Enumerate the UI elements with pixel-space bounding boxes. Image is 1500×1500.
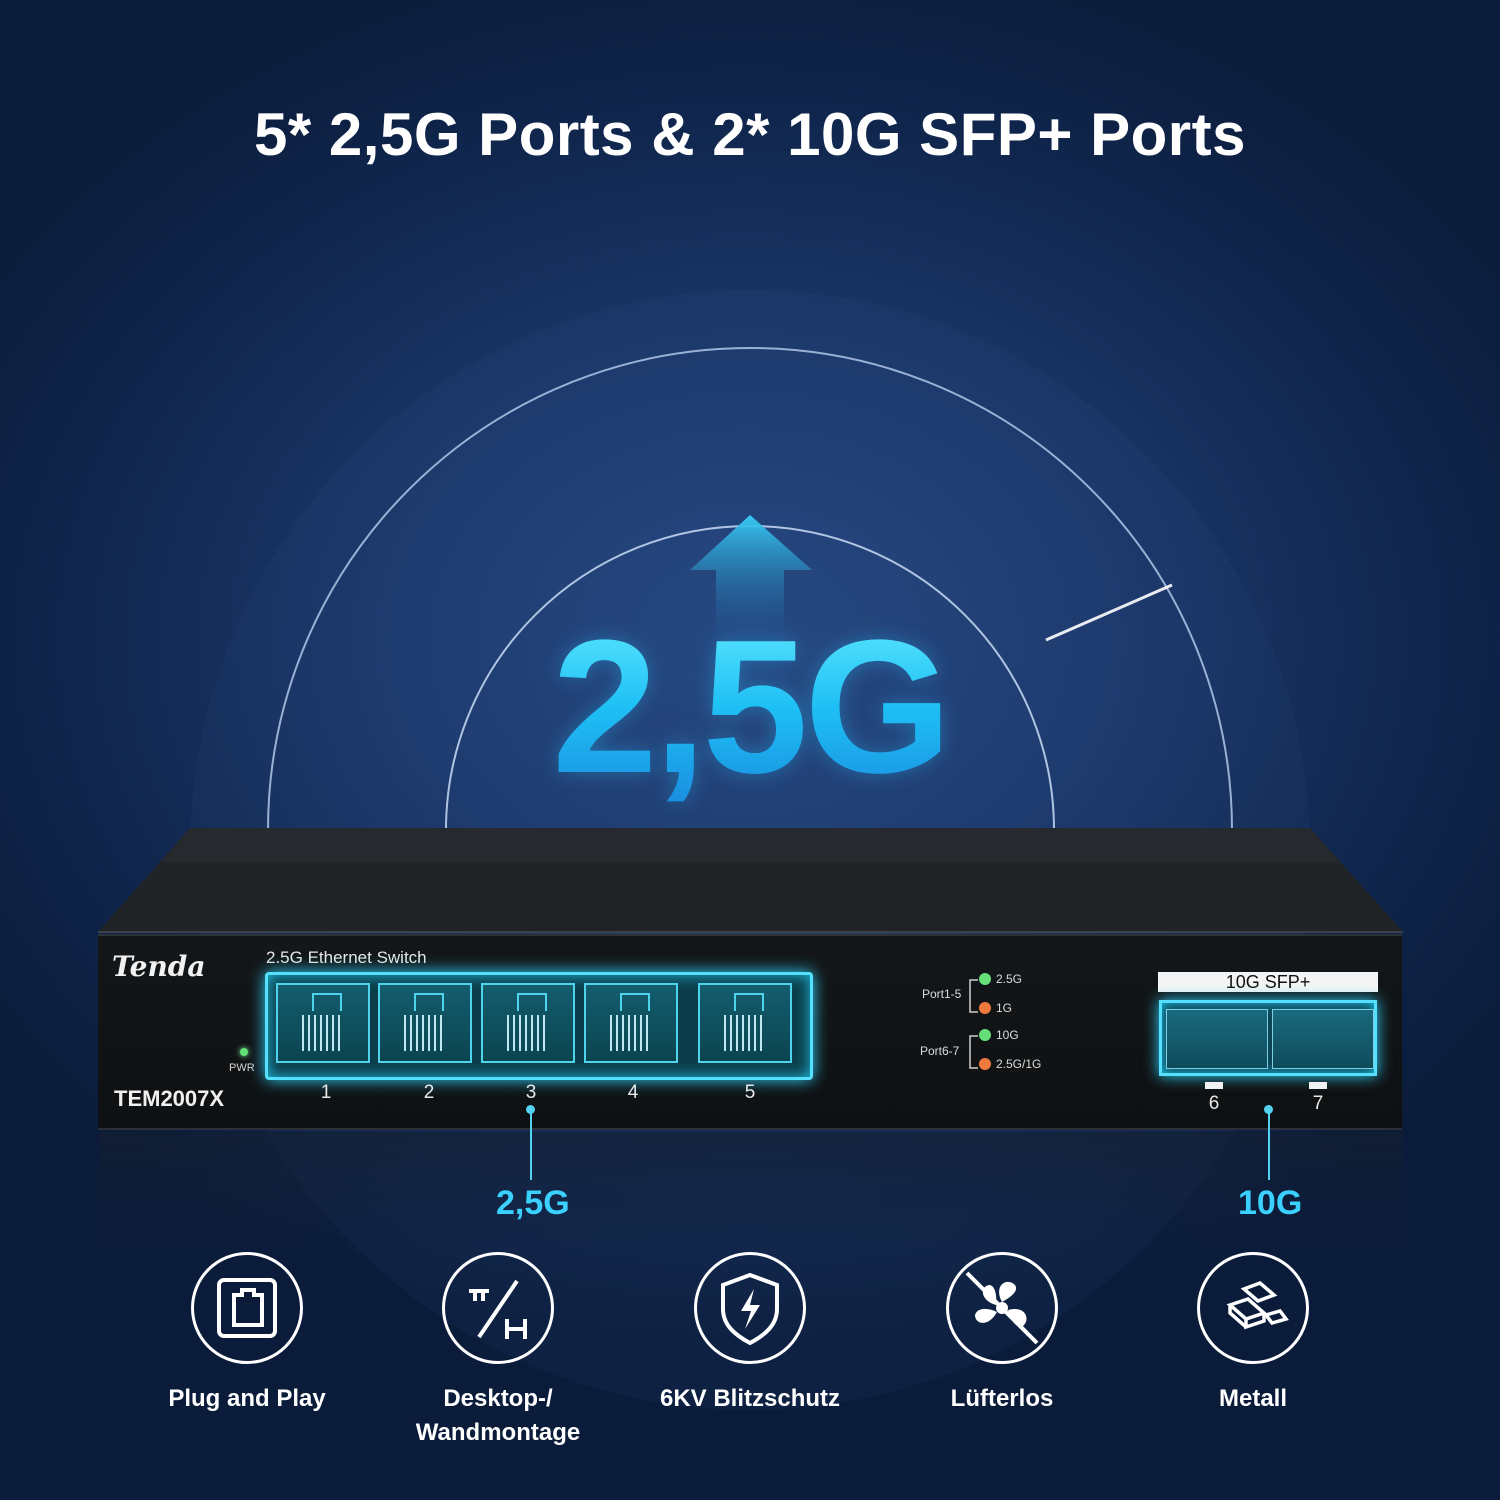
- fanless-icon: [965, 1271, 1039, 1345]
- headline: 5* 2,5G Ports & 2* 10G SFP+ Ports: [254, 101, 1246, 168]
- rj45-port-4: [584, 983, 678, 1063]
- rj45-port-3: [481, 983, 575, 1063]
- rj45-port-2: [378, 983, 472, 1063]
- port-number: 1: [320, 1082, 332, 1103]
- led-orange-dot: [979, 1058, 991, 1070]
- sfp-label: 10G SFP+: [1158, 972, 1378, 992]
- feature-label-line: Wandmontage: [415, 1419, 581, 1446]
- callout-line: [1268, 1110, 1270, 1180]
- feature-icon-circle: [694, 1252, 806, 1364]
- rj45-port-group: [265, 972, 813, 1080]
- port-number: 2: [423, 1082, 435, 1103]
- sfp-port-6: [1166, 1009, 1268, 1069]
- power-label: PWR: [229, 1062, 255, 1074]
- legend-group1-b: 1G: [996, 1001, 1013, 1015]
- led-orange-dot: [979, 1002, 991, 1014]
- hero-speed-text: 2,5G: [0, 612, 1500, 802]
- port-number: 7: [1312, 1093, 1324, 1114]
- legend-group2-b: 2.5G/1G: [996, 1057, 1042, 1071]
- feature-plug-and-play: Plug and Play: [117, 1252, 377, 1416]
- callout-rj45-speed: 2,5G: [496, 1184, 570, 1222]
- port-number: 6: [1208, 1093, 1220, 1114]
- port-number: 4: [627, 1082, 639, 1103]
- device-reflection: [98, 1132, 1402, 1252]
- sfp-led-6: [1205, 1082, 1223, 1089]
- port-number: 3: [525, 1082, 537, 1103]
- model-number: TEM2007X: [114, 1086, 225, 1111]
- feature-fanless: Lüfterlos: [872, 1252, 1132, 1416]
- rj45-port-5: [698, 983, 792, 1063]
- sfp-port-group: [1159, 1000, 1377, 1076]
- feature-icon-circle: [946, 1252, 1058, 1364]
- plug-and-play-icon: [217, 1278, 277, 1338]
- power-led: [240, 1048, 248, 1056]
- feature-label: Desktop-/ Wandmontage: [368, 1382, 628, 1450]
- feature-mounting: Desktop-/ Wandmontage: [368, 1252, 628, 1450]
- port-number: 5: [744, 1082, 756, 1103]
- mounting-icon: [469, 1279, 527, 1339]
- callout-line: [530, 1110, 532, 1180]
- legend-group1-a: 2.5G: [996, 972, 1023, 986]
- device-subtitle: 2.5G Ethernet Switch: [266, 948, 427, 967]
- sfp-port-7: [1272, 1009, 1374, 1069]
- feature-lightning-protection: 6KV Blitzschutz: [620, 1252, 880, 1416]
- feature-label: 6KV Blitzschutz: [659, 1385, 841, 1412]
- legend-group2-label: Port6-7: [920, 1044, 960, 1058]
- sfp-led-7: [1309, 1082, 1327, 1089]
- feature-icon-circle: [442, 1252, 554, 1364]
- callout-sfp-speed: 10G: [1238, 1184, 1303, 1222]
- feature-label: Plug and Play: [168, 1385, 326, 1412]
- lightning-shield-icon: [721, 1272, 779, 1346]
- led-green-dot: [979, 1029, 991, 1041]
- metal-bars-icon: [1226, 1280, 1289, 1330]
- legend-group2-a: 10G: [996, 1028, 1019, 1042]
- feature-metal: Metall: [1123, 1252, 1383, 1416]
- led-green-dot: [979, 973, 991, 985]
- legend-group1-label: Port1-5: [922, 987, 962, 1001]
- rj45-port-1: [276, 983, 370, 1063]
- feature-icon-circle: [191, 1252, 303, 1364]
- feature-icon-circle: [1197, 1252, 1309, 1364]
- feature-label-line: Desktop-/: [443, 1385, 553, 1412]
- feature-label: Lüfterlos: [950, 1385, 1054, 1412]
- brand-logo: Tenda: [112, 950, 206, 983]
- feature-label: Metall: [1218, 1385, 1287, 1412]
